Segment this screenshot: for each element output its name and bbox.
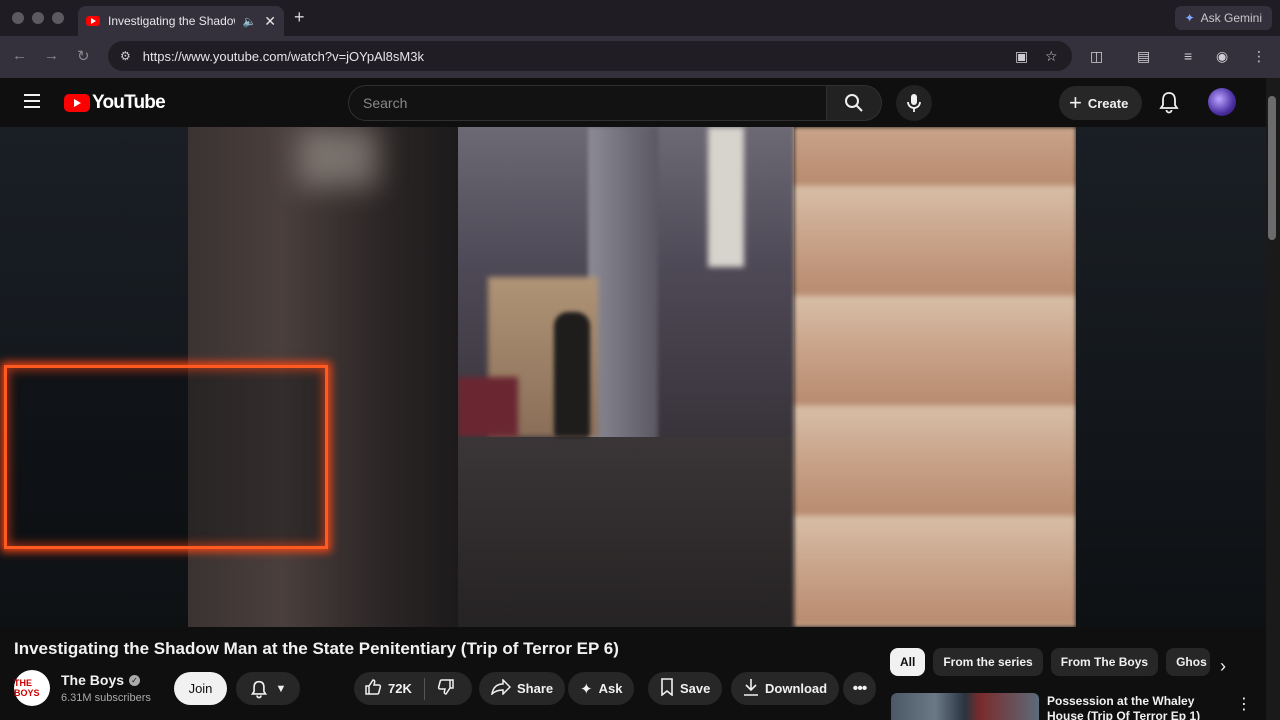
channel-name-text[interactable]: The Boys	[61, 672, 124, 688]
join-button[interactable]: Join	[174, 672, 227, 705]
youtube-logo[interactable]: YouTube	[64, 92, 166, 114]
voice-search-button[interactable]	[896, 85, 932, 121]
back-arrow-icon[interactable]: ←	[12, 47, 27, 64]
address-bar[interactable]: ⚙ https://www.youtube.com/watch?v=jOYpAl…	[108, 41, 1072, 71]
fire-border-frame	[4, 365, 328, 549]
more-actions-icon[interactable]: •••	[843, 672, 876, 705]
bell-icon	[1159, 92, 1179, 114]
youtube-logo-text: YouTube	[92, 92, 166, 113]
reload-icon[interactable]: ↻	[77, 47, 90, 65]
recommendation-title[interactable]: Possession at the Whaley House (Trip Of …	[1047, 694, 1207, 720]
download-button[interactable]: Download	[731, 672, 840, 705]
share-button[interactable]: Share	[479, 672, 566, 705]
forward-arrow-icon[interactable]: →	[44, 47, 59, 64]
subscriber-count: 6.31M subscribers	[61, 692, 151, 704]
bell-icon	[250, 680, 267, 698]
hamburger-menu-icon[interactable]	[24, 94, 40, 108]
plus-icon: +	[1069, 90, 1082, 115]
thumbs-down-icon[interactable]	[437, 678, 455, 699]
video-title: Investigating the Shadow Man at the Stat…	[14, 639, 619, 658]
site-settings-icon[interactable]: ⚙	[120, 49, 131, 63]
video-blur-right	[794, 127, 1076, 627]
scrollbar-thumb[interactable]	[1268, 96, 1276, 240]
ask-button[interactable]: ✦ Ask	[568, 672, 635, 705]
search-input[interactable]	[363, 95, 826, 111]
like-dislike-group: 72K	[354, 672, 472, 705]
save-button[interactable]: Save	[648, 672, 723, 705]
scene-pillar	[588, 127, 658, 457]
scene-floor	[458, 437, 794, 627]
chip-all[interactable]: All	[890, 648, 926, 676]
ask-label: Ask	[598, 681, 623, 696]
microphone-icon	[907, 94, 921, 112]
youtube-favicon-icon	[86, 16, 100, 26]
player-backdrop-right	[1076, 127, 1266, 627]
speaker-icon[interactable]: 🔈	[243, 15, 257, 28]
account-avatar[interactable]	[1208, 88, 1236, 116]
ask-gemini-button[interactable]: ✦ Ask Gemini	[1174, 6, 1272, 30]
video-frame-center	[458, 127, 794, 627]
tab-title: Investigating the Shadow	[108, 14, 235, 28]
youtube-play-icon	[64, 94, 90, 112]
window-zoom-button[interactable]	[52, 12, 64, 24]
channel-avatar-text: THE BOYS	[14, 678, 40, 698]
scene-red-panel	[458, 377, 518, 437]
like-count[interactable]: 72K	[388, 681, 412, 696]
save-label: Save	[680, 681, 711, 696]
share-label: Share	[517, 681, 554, 696]
chevron-down-icon: ▼	[275, 682, 287, 695]
window-minimize-button[interactable]	[32, 12, 44, 24]
sparkle-icon: ✦	[1184, 11, 1195, 25]
thumbs-up-icon[interactable]	[364, 678, 382, 699]
tab-search-icon[interactable]: ▤	[1137, 48, 1150, 65]
chip-from-the-series[interactable]: From the series	[933, 648, 1043, 676]
channel-avatar[interactable]: THE BOYS	[14, 670, 50, 706]
share-arrow-icon	[490, 678, 512, 698]
video-player[interactable]	[0, 127, 1266, 627]
channel-name[interactable]: The Boys ✓	[61, 672, 141, 688]
reading-list-icon[interactable]: ≡	[1184, 48, 1192, 64]
shadow-figure	[554, 312, 590, 437]
verified-check-icon: ✓	[129, 674, 141, 686]
new-tab-button[interactable]: +	[294, 7, 305, 28]
create-label: Create	[1087, 95, 1129, 111]
search-icon	[845, 94, 863, 112]
search-button[interactable]	[826, 85, 882, 121]
download-label: Download	[765, 681, 828, 696]
like-divider	[423, 677, 425, 700]
recommendation-thumbnail[interactable]	[891, 693, 1039, 720]
scene-light	[708, 127, 744, 267]
url-text[interactable]: https://www.youtube.com/watch?v=jOYpAl8s…	[143, 49, 424, 64]
chevron-right-icon[interactable]: ›	[1220, 656, 1226, 677]
chip-from-the-boys[interactable]: From The Boys	[1050, 648, 1159, 676]
recommendation-chips: All From the series From The Boys Ghos	[890, 648, 1211, 676]
notifications-button[interactable]	[1158, 90, 1180, 119]
download-icon	[743, 678, 759, 699]
subscription-bell-button[interactable]: ▼	[236, 672, 300, 705]
bookmark-icon	[660, 678, 674, 699]
bookmark-star-icon[interactable]: ☆	[1045, 48, 1058, 65]
search-box[interactable]	[348, 85, 826, 121]
browser-tab[interactable]: Investigating the Shadow 🔈 ✕	[78, 6, 284, 36]
window-close-button[interactable]	[12, 12, 24, 24]
chip-ghost[interactable]: Ghos	[1166, 648, 1211, 676]
sparkle-icon: ✦	[580, 680, 593, 698]
ask-gemini-label: Ask Gemini	[1200, 11, 1262, 25]
close-tab-icon[interactable]: ✕	[264, 13, 276, 30]
profile-icon[interactable]: ◉	[1216, 48, 1228, 65]
install-app-icon[interactable]: ▣	[1015, 48, 1028, 65]
extensions-icon[interactable]: ◫	[1090, 48, 1103, 65]
create-button[interactable]: + Create	[1059, 86, 1143, 120]
browser-menu-icon[interactable]: ⋮	[1252, 48, 1266, 65]
kebab-menu-icon[interactable]: ⋮	[1236, 694, 1252, 714]
